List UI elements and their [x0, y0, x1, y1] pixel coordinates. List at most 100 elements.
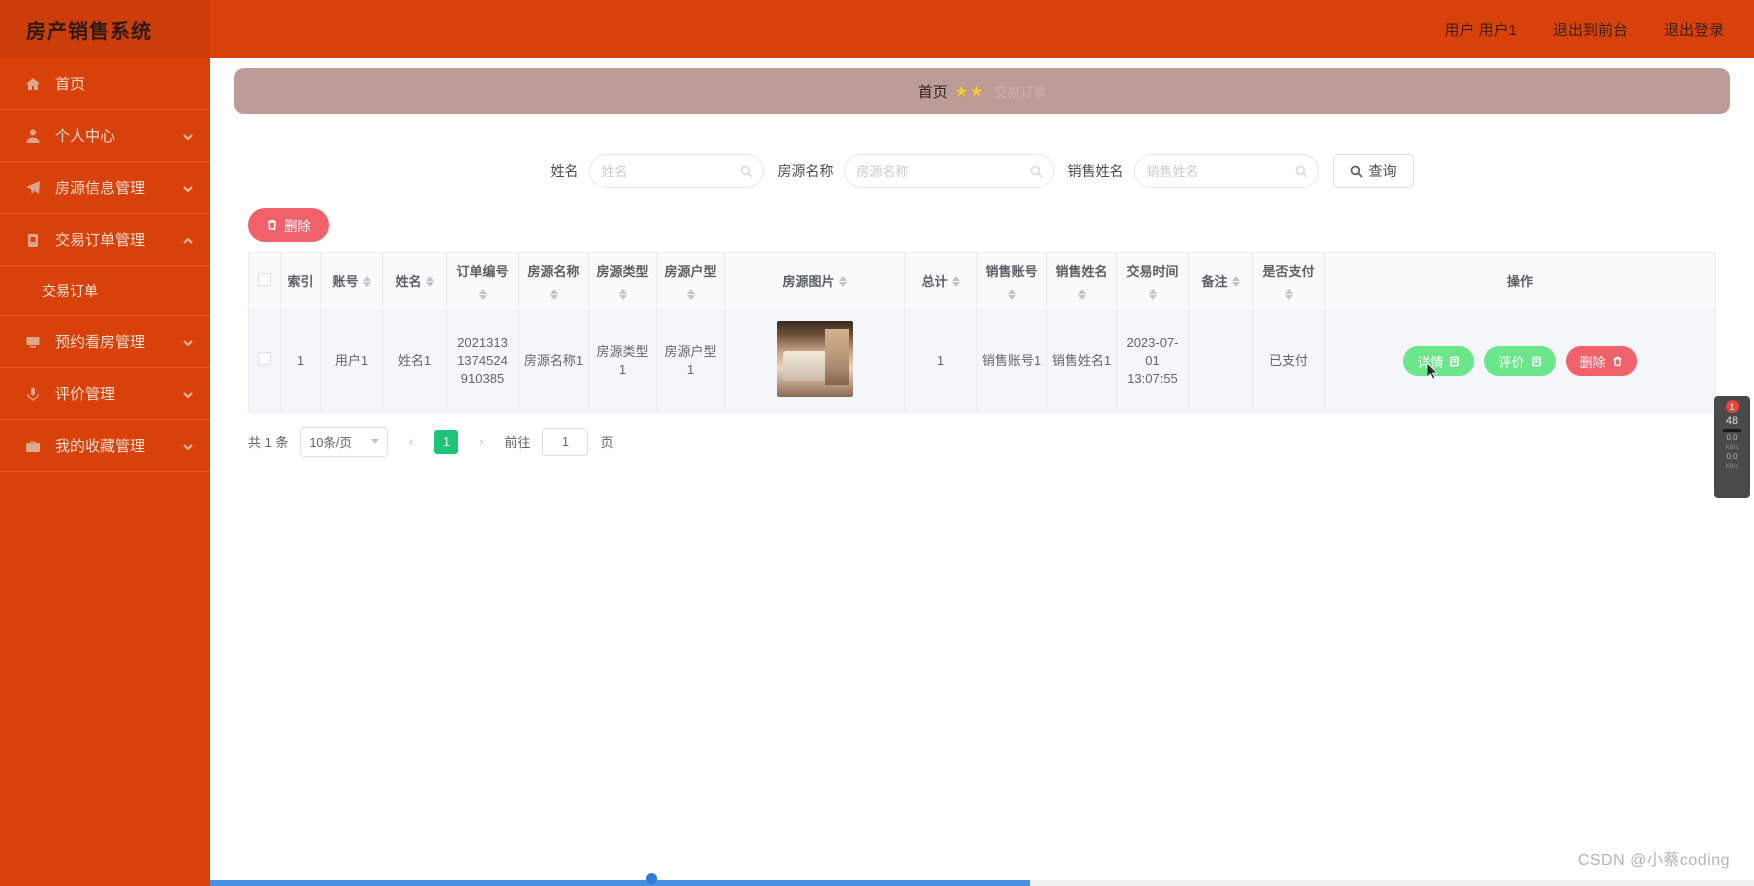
th-label: 房源类型	[596, 264, 649, 279]
name-input-box[interactable]	[588, 154, 764, 188]
sidebar-item-personal-center[interactable]: 个人中心	[0, 110, 210, 162]
bulk-delete-button[interactable]: 删除	[248, 208, 329, 242]
sidebar-item-my-favorites[interactable]: 我的收藏管理	[0, 420, 210, 472]
detail-button[interactable]: 详情	[1403, 346, 1475, 377]
cell-name: 姓名1	[382, 309, 447, 413]
sort-icon[interactable]	[549, 288, 558, 300]
th-label: 交易时间	[1126, 264, 1179, 279]
current-user-label: 用户 用户1	[1444, 21, 1517, 39]
chevron-down-icon	[182, 130, 194, 142]
th-house-image[interactable]: 房源图片	[724, 252, 905, 311]
sort-icon[interactable]	[1007, 288, 1016, 300]
cell-remark	[1188, 309, 1253, 413]
house-name-input[interactable]	[856, 163, 1041, 179]
page-unit-label: 页	[600, 435, 614, 451]
chevron-down-icon	[371, 439, 380, 445]
th-order-no[interactable]: 订单编号	[446, 252, 519, 311]
sidebar-subitem-transaction-order[interactable]: 交易订单	[0, 266, 210, 316]
house-name-input-box[interactable]	[843, 154, 1054, 188]
goto-label: 前往	[504, 435, 531, 451]
sort-icon[interactable]	[1077, 288, 1086, 300]
th-house-type[interactable]: 房源类型	[588, 252, 657, 311]
search-field-name: 姓名	[551, 154, 764, 188]
sidebar-item-viewing-appointment[interactable]: 预约看房管理	[0, 316, 210, 368]
th-total[interactable]: 总计	[904, 252, 977, 311]
pagination: 共 1 条 10条/页 ‹ 1 › 前往 1 页	[234, 413, 1730, 457]
exit-to-frontend-link[interactable]: 退出到前台	[1553, 19, 1628, 40]
house-thumbnail-image[interactable]	[776, 320, 853, 397]
sort-icon[interactable]	[1148, 288, 1157, 300]
net-up-value: 0.0	[1726, 451, 1738, 461]
performance-widget[interactable]: 1 48 0.0 KB/s 0.0 KB/s	[1714, 396, 1750, 498]
sort-icon[interactable]	[618, 288, 627, 300]
search-icon	[1295, 165, 1308, 178]
sort-icon[interactable]	[686, 288, 695, 300]
sidebar-item-label: 交易订单管理	[55, 232, 146, 249]
trash-icon	[1613, 356, 1621, 366]
orders-table: 索引 账号 姓名 订单编号 房源名称 房源类型 房源户型 房源图片 总计 销售账…	[248, 252, 1716, 413]
th-label: 是否支付	[1262, 264, 1315, 279]
page-size-label: 10条/页	[309, 436, 352, 451]
sort-icon[interactable]	[1231, 275, 1240, 287]
th-sales-account[interactable]: 销售账号	[976, 252, 1047, 311]
sidebar-item-transaction-order-mgmt[interactable]: 交易订单管理	[0, 214, 210, 266]
sort-icon[interactable]	[478, 288, 487, 300]
th-sales-name[interactable]: 销售姓名	[1046, 252, 1117, 311]
cell-house-type: 房源类型1	[588, 309, 657, 413]
page-number-1[interactable]: 1	[434, 429, 459, 454]
cell-house-image	[724, 309, 905, 413]
sort-icon[interactable]	[1284, 288, 1293, 300]
th-name[interactable]: 姓名	[382, 252, 447, 311]
th-house-name[interactable]: 房源名称	[518, 252, 589, 311]
th-label: 销售账号	[985, 264, 1038, 279]
sort-icon[interactable]	[362, 275, 371, 287]
scrollbar-thumb[interactable]	[210, 880, 1030, 886]
goto-page-input[interactable]: 1	[542, 427, 589, 456]
th-index: 索引	[280, 252, 321, 311]
select-all-checkbox[interactable]	[258, 272, 271, 286]
name-input[interactable]	[601, 163, 751, 179]
row-delete-label: 删除	[1579, 354, 1606, 370]
th-account[interactable]: 账号	[320, 252, 383, 311]
th-label: 操作	[1506, 273, 1533, 289]
content-panel: 姓名 房源名称	[234, 116, 1730, 457]
th-select-all[interactable]	[248, 252, 281, 311]
logout-link[interactable]: 退出登录	[1664, 19, 1724, 40]
page-size-select[interactable]: 10条/页	[300, 426, 389, 457]
query-button[interactable]: 查询	[1332, 154, 1414, 188]
sales-name-input[interactable]	[1146, 163, 1306, 179]
next-page-button[interactable]: ›	[470, 429, 492, 455]
sales-name-input-box[interactable]	[1133, 154, 1319, 188]
document-icon	[1531, 356, 1541, 366]
sidebar-item-review-mgmt[interactable]: 评价管理	[0, 368, 210, 420]
chevron-down-icon	[182, 182, 194, 194]
cell-account: 用户1	[320, 309, 383, 413]
search-field-house-name: 房源名称	[778, 154, 1054, 188]
sort-icon[interactable]	[838, 275, 847, 287]
chevron-down-icon	[182, 440, 194, 452]
chevron-down-icon	[182, 388, 194, 400]
app-header: 房产销售系统 用户 用户1 退出到前台 退出登录	[0, 0, 1754, 58]
review-button[interactable]: 评价	[1484, 346, 1556, 377]
th-house-layout[interactable]: 房源户型	[656, 252, 725, 311]
row-checkbox[interactable]	[258, 352, 271, 366]
horizontal-scrollbar[interactable]	[210, 880, 1754, 886]
th-paid[interactable]: 是否支付	[1252, 252, 1325, 311]
sort-icon[interactable]	[951, 275, 960, 287]
net-down-value: 0.0	[1726, 433, 1738, 442]
th-trade-time[interactable]: 交易时间	[1116, 252, 1189, 311]
table-row[interactable]: 1 用户1 姓名1 2021313 1374524 910385 房源名称1 房…	[248, 309, 1716, 413]
prev-page-button[interactable]: ‹	[400, 429, 422, 455]
sidebar-item-house-info[interactable]: 房源信息管理	[0, 162, 210, 214]
sidebar-item-home[interactable]: 首页	[0, 58, 210, 110]
row-delete-button[interactable]: 删除	[1565, 346, 1637, 377]
cell-row-checkbox[interactable]	[248, 309, 281, 413]
sidebar-item-label: 评价管理	[55, 386, 116, 403]
field-label: 房源名称	[777, 163, 834, 179]
user-icon	[24, 127, 41, 144]
sort-icon[interactable]	[425, 275, 434, 287]
th-label: 总计	[921, 273, 948, 289]
th-label: 账号	[332, 273, 359, 289]
main-content: 首页 ★★ 交易订单 姓名 房源名称	[210, 58, 1754, 886]
th-remark[interactable]: 备注	[1188, 252, 1253, 311]
